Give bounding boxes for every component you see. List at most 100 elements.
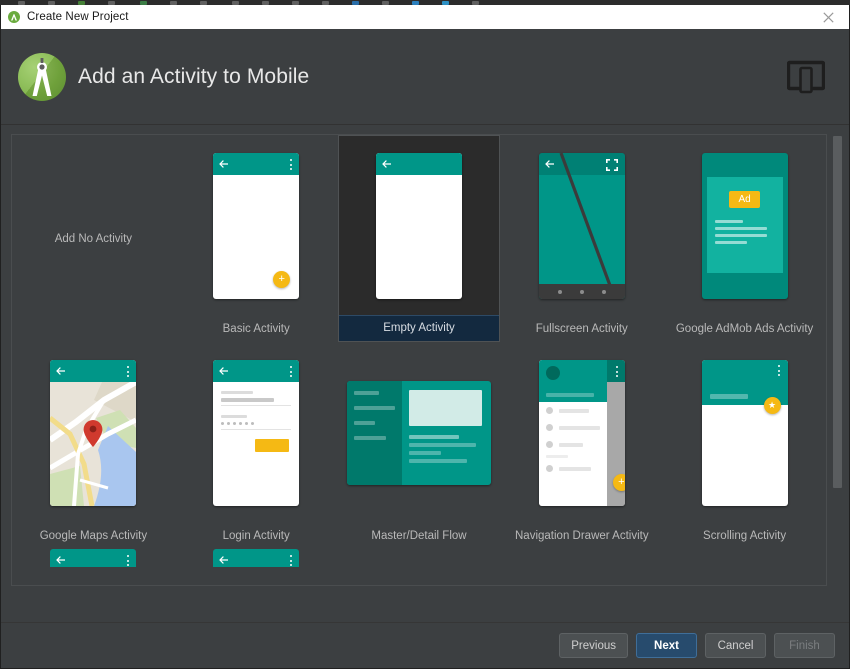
android-studio-icon: [8, 11, 20, 23]
template-google-maps-activity[interactable]: Google Maps Activity: [12, 342, 175, 549]
login-activity-thumbnail: [213, 360, 300, 506]
app-bar: [213, 549, 300, 567]
template-login-activity[interactable]: Login Activity: [175, 342, 338, 549]
app-bar: [213, 153, 300, 175]
previous-button[interactable]: Previous: [559, 633, 628, 658]
create-new-project-dialog: Create New Project Add an Activity to Mo…: [0, 5, 850, 669]
thumb-empty-placeholder: Add No Activity: [12, 135, 175, 342]
detail-image-placeholder: [408, 390, 482, 426]
template-label: Google Maps Activity: [39, 530, 148, 542]
gallery-scrollbar-thumb[interactable]: [833, 136, 842, 488]
app-bar: [50, 360, 137, 382]
template-label: Fullscreen Activity: [535, 323, 628, 335]
master-pane: [346, 381, 402, 485]
template-add-no-activity[interactable]: Add No Activity: [12, 135, 175, 342]
android-studio-logo-icon: [15, 50, 69, 104]
template-row3-cell-1[interactable]: [12, 549, 175, 567]
map-graphic: [50, 382, 137, 506]
overflow-menu-icon: [289, 159, 292, 170]
template-master-detail-flow[interactable]: Master/Detail Flow: [338, 342, 501, 549]
template-label: Master/Detail Flow: [371, 530, 467, 542]
login-form-preview: [213, 382, 299, 452]
activity-template-gallery: Add No Activity + Basic Activity Empty A…: [11, 134, 827, 586]
template-label: Login Activity: [222, 530, 290, 542]
navigation-drawer-thumbnail: +: [538, 360, 625, 506]
expand-fullscreen-icon: [605, 159, 618, 171]
list-item: [539, 402, 607, 419]
template-label: Basic Activity: [222, 323, 290, 335]
drawer-header: [538, 360, 607, 402]
back-arrow-icon: [544, 160, 554, 168]
list-item: [539, 419, 607, 436]
back-arrow-icon: [56, 556, 66, 564]
back-arrow-icon: [219, 556, 229, 564]
overflow-menu-icon: [126, 366, 129, 377]
template-label: Google AdMob Ads Activity: [675, 323, 814, 335]
list-item: [539, 436, 607, 453]
basic-activity-thumbnail: +: [213, 153, 300, 299]
template-row3-cell-4: [500, 549, 663, 567]
mobile-device-icon: [787, 60, 825, 93]
template-navigation-drawer-activity[interactable]: + Navigation Drawer Activity: [500, 342, 663, 549]
template-label: Empty Activity: [338, 315, 500, 341]
drawer-panel: [538, 360, 607, 506]
gallery-scrollbar[interactable]: [832, 134, 843, 586]
window-title: Create New Project: [27, 11, 129, 23]
system-nav-bar: [538, 284, 625, 299]
scrolling-activity-thumbnail: ★: [701, 360, 788, 506]
close-icon[interactable]: [811, 5, 845, 29]
template-label: Scrolling Activity: [703, 530, 787, 542]
cancel-button[interactable]: Cancel: [705, 633, 766, 658]
back-arrow-icon: [382, 159, 391, 168]
admob-activity-thumbnail: Ad: [701, 153, 788, 299]
diagonal-line-decoration: [559, 153, 617, 299]
overflow-menu-icon: [289, 366, 292, 377]
floating-action-button-icon: +: [273, 271, 291, 288]
page-title: Add an Activity to Mobile: [78, 64, 310, 88]
template-label: Navigation Drawer Activity: [515, 530, 649, 542]
overflow-menu-icon: [289, 555, 292, 566]
app-bar-right-strip: [606, 360, 625, 382]
template-row3-cell-5: [663, 549, 826, 567]
overflow-menu-icon: [126, 555, 129, 566]
detail-pane: [402, 381, 491, 485]
overflow-menu-icon: [616, 366, 619, 377]
master-detail-thumbnail: [346, 381, 491, 485]
app-bar: [375, 152, 462, 175]
template-grid: Add No Activity + Basic Activity Empty A…: [12, 135, 826, 567]
app-bar-title-placeholder: [709, 394, 748, 399]
template-row3-cell-3: [338, 549, 501, 567]
back-arrow-icon: [56, 367, 66, 375]
window-titlebar: Create New Project: [1, 5, 849, 29]
password-dots: [221, 422, 291, 425]
app-bar: [50, 549, 137, 567]
template-fullscreen-activity[interactable]: Fullscreen Activity: [500, 135, 663, 342]
back-arrow-icon: [219, 160, 229, 168]
map-preview: [50, 382, 137, 506]
template-empty-activity[interactable]: Empty Activity: [337, 135, 501, 342]
content-lines: [707, 220, 783, 248]
sign-in-button-preview: [255, 439, 290, 452]
dialog-header: Add an Activity to Mobile: [1, 29, 849, 125]
template-gallery-region: Add No Activity + Basic Activity Empty A…: [1, 125, 849, 622]
overflow-menu-icon: [778, 365, 781, 376]
ad-content-panel: Ad: [706, 177, 783, 273]
template-row3-cell-2[interactable]: [175, 549, 338, 567]
template-basic-activity[interactable]: + Basic Activity: [175, 135, 338, 342]
avatar: [545, 366, 560, 380]
fullscreen-activity-thumbnail: [538, 153, 625, 299]
next-button[interactable]: Next: [636, 633, 697, 658]
ad-badge: Ad: [729, 191, 761, 208]
template-label: Add No Activity: [54, 232, 133, 245]
back-arrow-icon: [219, 367, 229, 375]
template-scrolling-activity[interactable]: ★ Scrolling Activity: [663, 342, 826, 549]
compass-glyph: [32, 57, 52, 96]
list-item: [539, 460, 607, 477]
floating-action-button-icon: +: [612, 474, 625, 491]
divider: [545, 455, 568, 458]
template-google-admob-ads-activity[interactable]: Ad Google AdMob Ads Activity: [663, 135, 826, 342]
finish-button: Finish: [774, 633, 835, 658]
dialog-footer: Previous Next Cancel Finish: [1, 622, 849, 668]
empty-activity-thumbnail: [375, 152, 462, 299]
app-bar: [213, 360, 300, 382]
